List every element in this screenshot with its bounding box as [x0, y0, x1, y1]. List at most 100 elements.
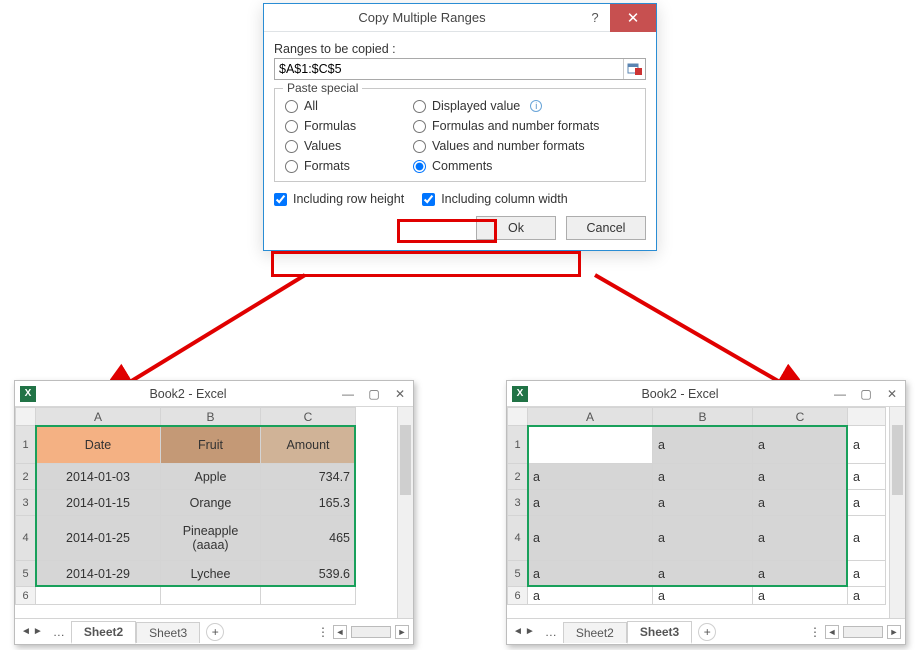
- grid-right[interactable]: A B C 1 a a a 2 a a a a 3 a: [507, 407, 886, 605]
- chk-row-height[interactable]: Including row height: [274, 192, 404, 206]
- close-window-button[interactable]: ✕: [879, 381, 905, 407]
- cell[interactable]: a: [753, 516, 848, 561]
- cell[interactable]: a: [653, 490, 753, 516]
- tab-overflow[interactable]: …: [49, 625, 71, 639]
- close-button[interactable]: ✕: [610, 4, 656, 32]
- chk-col-width[interactable]: Including column width: [422, 192, 567, 206]
- vertical-scrollbar[interactable]: [397, 407, 413, 618]
- new-sheet-button[interactable]: +: [206, 623, 224, 641]
- cell[interactable]: a: [848, 561, 886, 587]
- cancel-button[interactable]: Cancel: [566, 216, 646, 240]
- grid-left[interactable]: A B C 1 Date Fruit Amount 2 2014-01-03 A…: [15, 407, 356, 605]
- col-header-B[interactable]: B: [161, 408, 261, 426]
- col-header-next[interactable]: [848, 408, 886, 426]
- tab-nav[interactable]: ◄►: [507, 626, 541, 637]
- cell[interactable]: [161, 587, 261, 605]
- cell[interactable]: a: [848, 516, 886, 561]
- cell[interactable]: 539.6: [261, 561, 356, 587]
- cell[interactable]: a: [753, 490, 848, 516]
- opt-values-num-fmt[interactable]: Values and number formats: [413, 139, 635, 153]
- cell[interactable]: 2014-01-29: [36, 561, 161, 587]
- cell[interactable]: Fruit: [161, 426, 261, 464]
- cell[interactable]: Apple: [161, 464, 261, 490]
- cell[interactable]: Date: [36, 426, 161, 464]
- cell[interactable]: a: [528, 490, 653, 516]
- excel-titlebar[interactable]: X Book2 - Excel — ▢ ✕: [507, 381, 905, 407]
- cell[interactable]: a: [848, 464, 886, 490]
- cell[interactable]: Orange: [161, 490, 261, 516]
- select-all-corner[interactable]: [16, 408, 36, 426]
- cell[interactable]: a: [753, 587, 848, 605]
- cell[interactable]: Lychee: [161, 561, 261, 587]
- col-header-C[interactable]: C: [261, 408, 356, 426]
- range-picker-button[interactable]: [623, 59, 645, 79]
- row-header[interactable]: 5: [16, 561, 36, 587]
- minimize-button[interactable]: —: [827, 381, 853, 407]
- cell[interactable]: 165.3: [261, 490, 356, 516]
- row-header[interactable]: 3: [16, 490, 36, 516]
- dialog-titlebar[interactable]: Copy Multiple Ranges ? ✕: [264, 4, 656, 32]
- cell[interactable]: a: [528, 587, 653, 605]
- new-sheet-button[interactable]: +: [698, 623, 716, 641]
- maximize-button[interactable]: ▢: [853, 381, 879, 407]
- opt-values[interactable]: Values: [285, 139, 413, 153]
- cell[interactable]: a: [528, 464, 653, 490]
- col-header-C[interactable]: C: [753, 408, 848, 426]
- cell[interactable]: a: [528, 516, 653, 561]
- opt-comments[interactable]: Comments: [413, 159, 635, 173]
- maximize-button[interactable]: ▢: [361, 381, 387, 407]
- col-header-A[interactable]: A: [528, 408, 653, 426]
- tab-sheet2[interactable]: Sheet2: [563, 622, 627, 643]
- info-icon[interactable]: i: [530, 100, 542, 112]
- cell[interactable]: 465: [261, 516, 356, 561]
- tab-overflow[interactable]: …: [541, 625, 563, 639]
- cell[interactable]: Amount: [261, 426, 356, 464]
- cell[interactable]: 734.7: [261, 464, 356, 490]
- vertical-scrollbar[interactable]: [889, 407, 905, 618]
- cell[interactable]: a: [848, 426, 886, 464]
- opt-all[interactable]: All: [285, 99, 413, 113]
- row-header[interactable]: 1: [508, 426, 528, 464]
- cell[interactable]: a: [653, 587, 753, 605]
- row-header[interactable]: 2: [508, 464, 528, 490]
- ranges-input[interactable]: [275, 59, 623, 79]
- col-header-B[interactable]: B: [653, 408, 753, 426]
- cell[interactable]: a: [753, 561, 848, 587]
- opt-formulas[interactable]: Formulas: [285, 119, 413, 133]
- select-all-corner[interactable]: [508, 408, 528, 426]
- opt-displayed-value[interactable]: Displayed valuei: [413, 99, 635, 113]
- cell[interactable]: a: [653, 516, 753, 561]
- horizontal-scroll[interactable]: ⋮◄►: [809, 625, 905, 639]
- row-header[interactable]: 4: [16, 516, 36, 561]
- row-header[interactable]: 4: [508, 516, 528, 561]
- help-button[interactable]: ?: [580, 4, 610, 32]
- horizontal-scroll[interactable]: ⋮◄►: [317, 625, 413, 639]
- opt-formats[interactable]: Formats: [285, 159, 413, 173]
- row-header[interactable]: 5: [508, 561, 528, 587]
- cell[interactable]: 2014-01-03: [36, 464, 161, 490]
- tab-sheet3[interactable]: Sheet3: [136, 622, 200, 643]
- cell[interactable]: a: [653, 561, 753, 587]
- cell[interactable]: a: [848, 587, 886, 605]
- row-header[interactable]: 3: [508, 490, 528, 516]
- cell[interactable]: [261, 587, 356, 605]
- cell[interactable]: [36, 587, 161, 605]
- excel-titlebar[interactable]: X Book2 - Excel — ▢ ✕: [15, 381, 413, 407]
- ok-button[interactable]: Ok: [476, 216, 556, 240]
- row-header[interactable]: 6: [508, 587, 528, 605]
- cell[interactable]: Pineapple (aaaa): [161, 516, 261, 561]
- tab-nav[interactable]: ◄►: [15, 626, 49, 637]
- cell[interactable]: a: [653, 464, 753, 490]
- cell[interactable]: a: [528, 561, 653, 587]
- cell[interactable]: a: [753, 426, 848, 464]
- cell[interactable]: a: [653, 426, 753, 464]
- minimize-button[interactable]: —: [335, 381, 361, 407]
- opt-formulas-num-fmt[interactable]: Formulas and number formats: [413, 119, 635, 133]
- row-header[interactable]: 6: [16, 587, 36, 605]
- row-header[interactable]: 1: [16, 426, 36, 464]
- tab-sheet2[interactable]: Sheet2: [71, 621, 136, 644]
- cell[interactable]: a: [753, 464, 848, 490]
- cell[interactable]: 2014-01-25: [36, 516, 161, 561]
- cell[interactable]: [528, 426, 653, 464]
- row-header[interactable]: 2: [16, 464, 36, 490]
